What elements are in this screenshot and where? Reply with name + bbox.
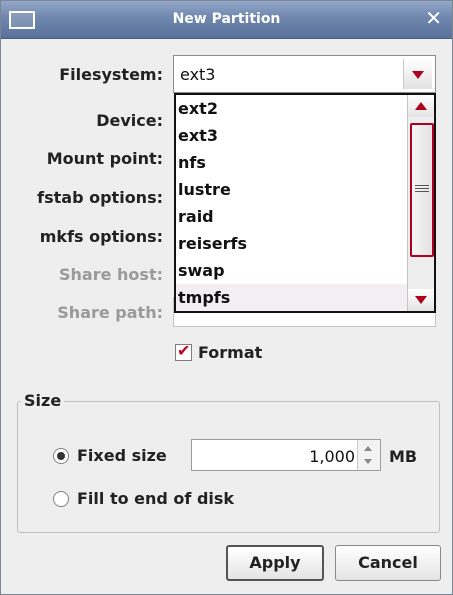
title-bar[interactable]: New Partition ✕ (1, 1, 452, 39)
option-ext3[interactable]: ext3 (176, 122, 408, 149)
share-path-label: Share path: (57, 303, 163, 322)
scroll-up-icon[interactable] (408, 95, 434, 117)
dropdown-scrollbar[interactable] (407, 95, 434, 311)
option-ext2[interactable]: ext2 (176, 95, 408, 122)
option-reiserfs[interactable]: reiserfs (176, 230, 408, 257)
option-nfs[interactable]: nfs (176, 149, 408, 176)
option-lustre[interactable]: lustre (176, 176, 408, 203)
scroll-down-icon[interactable] (408, 289, 434, 311)
fixed-size-radio[interactable] (53, 448, 69, 464)
size-value[interactable]: 1,000 (309, 447, 355, 466)
device-label: Device: (96, 111, 163, 130)
checkmark-icon: ✔ (177, 341, 191, 360)
filesystem-selected-value: ext3 (180, 65, 216, 84)
fill-disk-label[interactable]: Fill to end of disk (77, 489, 234, 508)
fixed-size-label[interactable]: Fixed size (77, 446, 167, 465)
option-swap[interactable]: swap (176, 257, 408, 284)
window-title: New Partition (172, 11, 281, 27)
mkfs-options-label: mkfs options: (39, 227, 163, 246)
mount-point-label: Mount point: (46, 149, 163, 168)
size-stepper[interactable]: 1,000 (191, 439, 381, 471)
share-host-label: Share host: (59, 265, 163, 284)
scrollbar-thumb[interactable] (410, 123, 434, 257)
option-raid[interactable]: raid (176, 203, 408, 230)
filesystem-dropdown-list[interactable]: ext2 ext3 nfs lustre raid reiserfs swap … (174, 93, 436, 313)
option-tmpfs[interactable]: tmpfs (176, 284, 408, 311)
close-icon[interactable]: ✕ (425, 8, 442, 28)
filesystem-select[interactable]: ext3 (173, 55, 436, 93)
size-group-title: Size (21, 391, 65, 410)
size-unit: MB (389, 447, 418, 466)
format-checkbox[interactable]: ✔ (175, 341, 192, 361)
stepper-buttons[interactable] (357, 440, 380, 470)
new-partition-dialog: New Partition ✕ Filesystem: ext3 Device:… (0, 0, 453, 595)
filesystem-label: Filesystem: (59, 65, 163, 84)
fill-disk-radio[interactable] (53, 491, 69, 507)
option-list: ext2 ext3 nfs lustre raid reiserfs swap … (176, 95, 408, 311)
cancel-button[interactable]: Cancel (335, 545, 441, 581)
increment-icon[interactable] (364, 446, 372, 451)
decrement-icon[interactable] (364, 459, 372, 464)
fstab-options-label: fstab options: (37, 188, 163, 207)
apply-button[interactable]: Apply (226, 545, 324, 581)
chevron-down-icon[interactable] (403, 59, 432, 89)
format-label[interactable]: Format (198, 343, 262, 362)
